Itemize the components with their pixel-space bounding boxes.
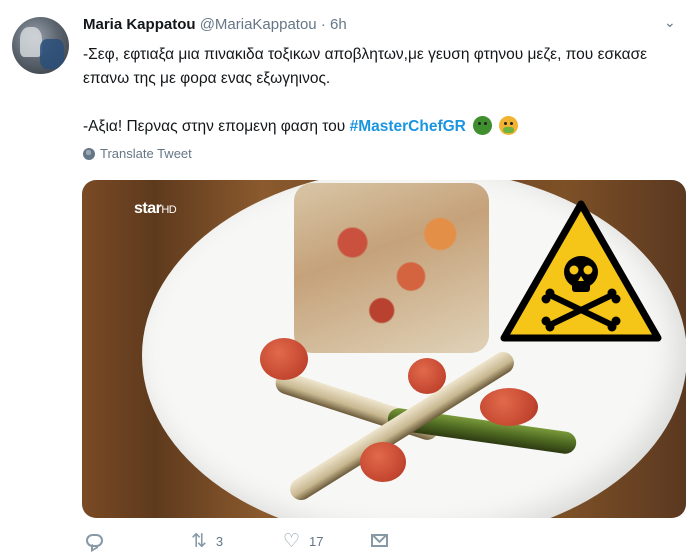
sauce-dot — [480, 388, 538, 426]
avatar[interactable] — [12, 17, 69, 74]
tweet-text: -Σεφ, εφτιαξα μια πινακιδα τοξικων αποβλ… — [83, 43, 683, 139]
sauce-dot — [260, 338, 308, 380]
author-handle[interactable]: @MariaKappatou — [200, 16, 317, 33]
tweet-header: Maria Kappatou @MariaKappatou · 6h — [83, 16, 347, 33]
tweet-line-1: -Σεφ, εφτιαξα μια πινακιδα τοξικων αποβλ… — [83, 46, 648, 87]
nauseated-face-icon — [473, 116, 493, 135]
envelope-icon — [371, 534, 388, 547]
tweet-line-2: -Αξια! Περνας στην επομενη φαση του #Mas… — [83, 115, 683, 139]
globe-icon — [83, 147, 95, 160]
retweet-button[interactable]: ⇅ 3 — [191, 530, 223, 553]
translate-label: Translate Tweet — [100, 146, 192, 161]
heart-icon: ♡ — [283, 531, 301, 552]
like-count: 17 — [309, 534, 324, 549]
reply-button[interactable] — [86, 534, 111, 547]
translate-tweet-link[interactable]: Translate Tweet — [83, 146, 192, 161]
reply-icon — [86, 534, 103, 547]
sauce-dot — [360, 442, 406, 482]
face-vomiting-icon — [499, 116, 519, 135]
toxic-warning-icon — [500, 200, 662, 342]
chevron-down-icon[interactable]: ⌄ — [664, 14, 676, 31]
timestamp[interactable]: 6h — [330, 16, 347, 33]
avatar-figure-2 — [40, 39, 64, 69]
channel-logo-sub: HD — [161, 204, 177, 216]
direct-message-button[interactable] — [371, 534, 388, 547]
like-button[interactable]: ♡ 17 — [283, 530, 324, 553]
channel-logo-main: star — [134, 200, 162, 217]
tweet-actions: ⇅ 3 ♡ 17 — [83, 530, 683, 554]
author-name[interactable]: Maria Kappatou — [83, 16, 196, 33]
tweet: Maria Kappatou @MariaKappatou · 6h ⌄ -Σε… — [0, 0, 700, 560]
retweet-icon: ⇅ — [191, 531, 207, 552]
sauce-dot — [408, 358, 446, 394]
food-stack — [294, 183, 489, 353]
separator: · — [320, 16, 326, 33]
channel-logo: starHD — [134, 200, 177, 218]
retweet-count: 3 — [215, 534, 224, 549]
hashtag-link[interactable]: #MasterChefGR — [350, 118, 466, 135]
tweet-line-2-text: -Αξια! Περνας στην επομενη φαση του — [83, 118, 346, 135]
avatar-figure — [20, 27, 42, 57]
tweet-image[interactable]: starHD — [82, 180, 686, 518]
